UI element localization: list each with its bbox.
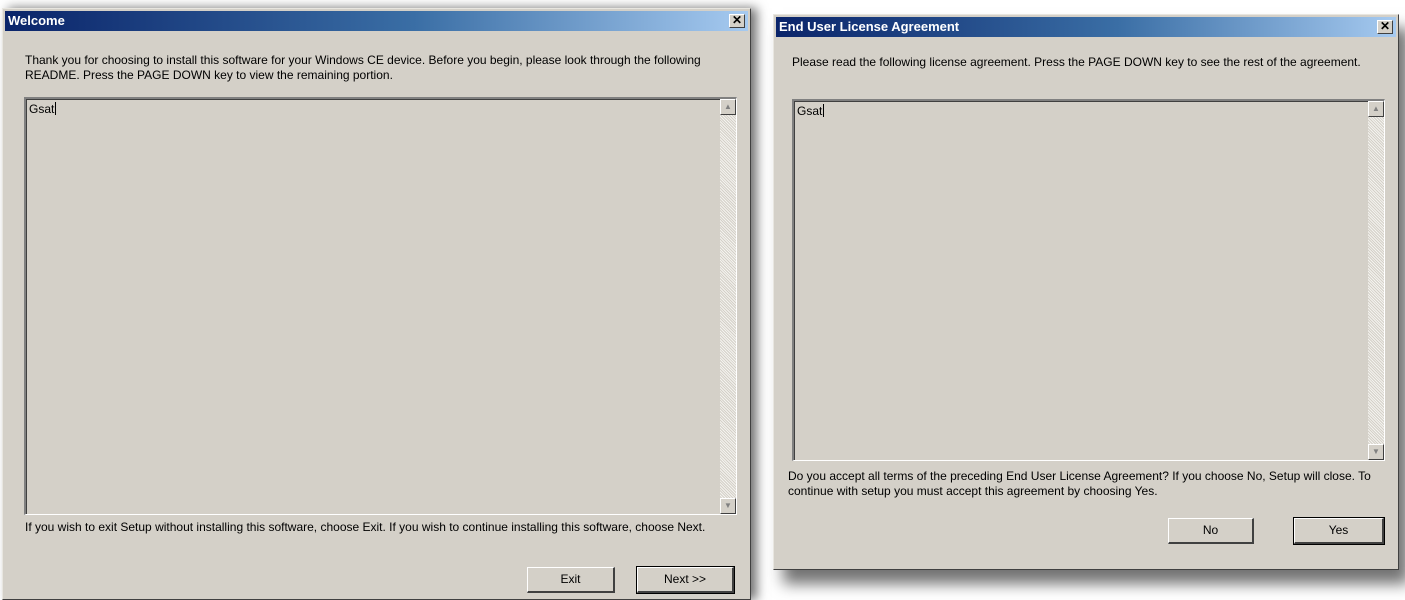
scroll-up-button[interactable]: ▲ [1368,101,1384,117]
welcome-titlebar[interactable]: Welcome ✕ [5,11,748,31]
welcome-title: Welcome [8,13,65,28]
eula-question-text: Do you accept all terms of the preceding… [788,469,1371,498]
next-button[interactable]: Next >> [636,566,735,594]
readme-scrollbar[interactable]: ▲ ▼ [720,99,736,514]
scroll-down-button[interactable]: ▼ [1368,444,1384,460]
readme-textbox[interactable]: Gsat ▲ ▼ [24,97,737,515]
no-button[interactable]: No [1168,518,1254,544]
welcome-footer-text: If you wish to exit Setup without instal… [25,520,706,534]
welcome-intro-text: Thank you for choosing to install this s… [25,53,701,82]
scroll-down-button[interactable]: ▼ [720,498,736,514]
eula-dialog: End User License Agreement ✕ Please read… [773,14,1399,570]
scroll-up-icon: ▲ [724,102,732,111]
scroll-down-icon: ▼ [724,501,732,510]
scroll-up-button[interactable]: ▲ [720,99,736,115]
readme-text: Gsat [29,102,55,116]
text-caret [55,102,57,115]
license-scrollbar[interactable]: ▲ ▼ [1368,101,1384,460]
close-icon: ✕ [1379,19,1391,33]
welcome-close-button[interactable]: ✕ [729,14,745,28]
yes-button[interactable]: Yes [1293,517,1385,545]
text-caret [823,104,825,117]
eula-intro-text: Please read the following license agreem… [792,55,1361,69]
scroll-down-icon: ▼ [1372,447,1380,456]
eula-title: End User License Agreement [779,19,960,34]
eula-titlebar[interactable]: End User License Agreement ✕ [776,17,1396,37]
license-textbox[interactable]: Gsat ▲ ▼ [792,99,1385,461]
exit-button[interactable]: Exit [527,567,615,593]
welcome-dialog: Welcome ✕ Thank you for choosing to inst… [2,8,751,600]
scroll-up-icon: ▲ [1372,104,1380,113]
license-text: Gsat [797,104,823,118]
close-icon: ✕ [731,13,743,27]
eula-close-button[interactable]: ✕ [1377,20,1393,34]
